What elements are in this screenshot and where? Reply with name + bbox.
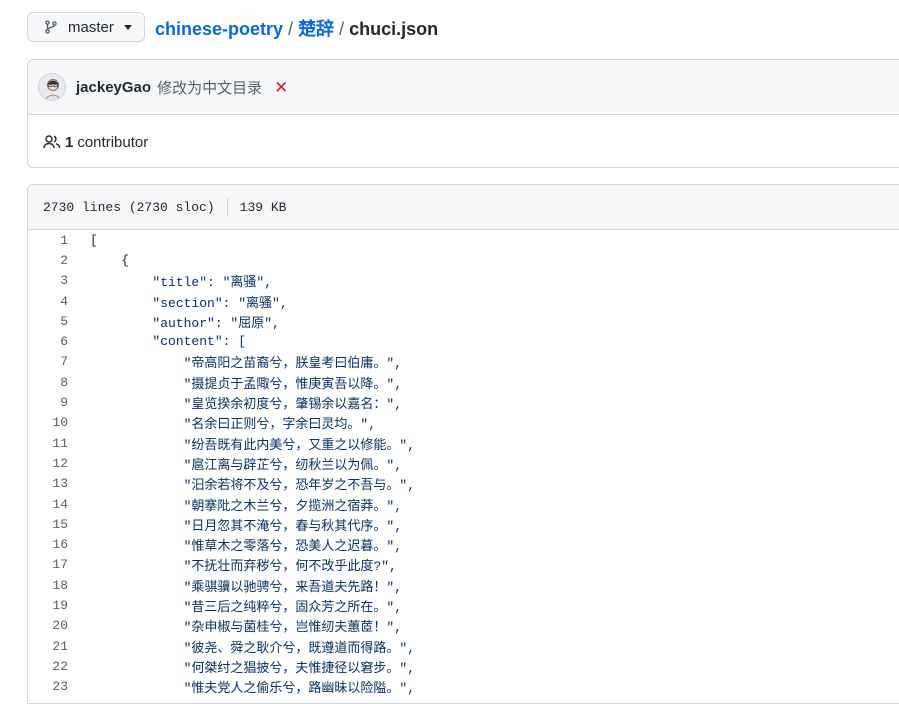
branch-label: master [68,18,114,36]
line-number[interactable]: 5 [28,314,90,329]
commit-message-link[interactable]: 修改为中文目录 [157,77,262,98]
file-info-header: 2730 lines (2730 sloc) 139 KB [28,185,899,230]
code-line: 9 "皇览揆余初度兮，肇锡余以嘉名：", [28,392,899,412]
code-line: 21 "彼尧、舜之耿介兮，既遵道而得路。", [28,636,899,656]
line-number[interactable]: 21 [28,639,90,654]
breadcrumb-folder-link[interactable]: 楚辞 [298,19,334,39]
line-number[interactable]: 23 [28,679,90,694]
people-icon [43,134,61,150]
latest-commit-row: jackeyGao 修改为中文目录 ✕ [28,60,899,115]
branch-selector-button[interactable]: master [27,12,145,42]
code-line: 17 "不抚壮而弃秽兮，何不改乎此度?", [28,555,899,575]
code-text: "不抚壮而弃秽兮，何不改乎此度?", [90,559,397,575]
line-number[interactable]: 22 [28,659,90,674]
code-text: "section": "离骚", [90,295,288,311]
code-line: 4 "section": "离骚", [28,291,899,311]
code-line: 22 "何桀纣之猖披兮，夫惟捷径以窘步。", [28,656,899,676]
code-text: { [90,252,130,268]
line-number[interactable]: 6 [28,334,90,349]
line-number[interactable]: 20 [28,618,90,633]
code-text: "惟夫党人之偷乐兮，路幽昧以险隘。", [90,681,416,697]
code-text: "名余曰正则兮，字余曰灵均。", [90,417,377,433]
chevron-down-icon [123,24,132,30]
code-text: "日月忽其不淹兮，春与秋其代序。", [90,518,403,534]
code-line: 18 "乘骐骥以驰骋兮，来吾道夫先路！", [28,575,899,595]
line-number[interactable]: 8 [28,375,90,390]
commit-info-box: jackeyGao 修改为中文目录 ✕ 1 contributor [27,59,899,168]
line-number[interactable]: 11 [28,436,90,451]
code-text: "title": "离骚", [90,275,273,291]
code-text: "皇览揆余初度兮，肇锡余以嘉名：", [90,397,403,413]
divider [226,198,228,216]
code-line: 15 "日月忽其不淹兮，春与秋其代序。", [28,514,899,534]
code-text: "彼尧、舜之耿介兮，既遵道而得路。", [90,640,416,656]
code-line: 11 "纷吾既有此内美兮，又重之以修能。", [28,433,899,453]
contributor-label: contributor [77,133,149,151]
line-number[interactable]: 4 [28,294,90,309]
line-number[interactable]: 1 [28,233,90,248]
breadcrumb-separator: / [339,19,345,39]
code-line: 14 "朝搴阰之木兰兮，夕揽洲之宿莽。", [28,494,899,514]
code-line: 6 "content": [ [28,331,899,351]
file-line-count: 2730 lines (2730 sloc) [43,199,215,215]
code-listing: 1[2 {3 "title": "离骚", 4 "section": "离骚", 5… [28,230,899,697]
code-text: "朝搴阰之木兰兮，夕揽洲之宿莽。", [90,498,403,514]
code-line: 7 "帝高阳之苗裔兮，朕皇考曰伯庸。", [28,352,899,372]
code-line: 19 "昔三后之纯粹兮，固众芳之所在。", [28,595,899,615]
code-text: "杂申椒与菌桂兮，岂惟纫夫蕙茝！", [90,620,403,636]
file-viewer: 2730 lines (2730 sloc) 139 KB 1[2 {3 "ti… [27,184,899,704]
line-number[interactable]: 14 [28,497,90,512]
code-text: "何桀纣之猖披兮，夫惟捷径以窘步。", [90,660,416,676]
line-number[interactable]: 17 [28,557,90,572]
line-number[interactable]: 9 [28,395,90,410]
line-number[interactable]: 16 [28,537,90,552]
code-text: "扈江离与辟芷兮，纫秋兰以为佩。", [90,457,403,473]
file-size: 139 KB [239,199,287,215]
line-number[interactable]: 19 [28,598,90,613]
code-text: "帝高阳之苗裔兮，朕皇考曰伯庸。", [90,356,403,372]
code-line: 3 "title": "离骚", [28,271,899,291]
line-number[interactable]: 18 [28,578,90,593]
line-number[interactable]: 3 [28,273,90,288]
code-text: "content": [ [90,334,247,350]
code-line: 5 "author": "屈原", [28,311,899,331]
line-number[interactable]: 2 [28,253,90,268]
breadcrumb-file-name: chuci.json [349,19,439,39]
code-text: "摄提贞于孟陬兮，惟庚寅吾以降。", [90,376,403,392]
code-line: 10 "名余曰正则兮，字余曰灵均。", [28,413,899,433]
breadcrumb-repo-link[interactable]: chinese-poetry [155,19,283,39]
code-line: 8 "摄提贞于孟陬兮，惟庚寅吾以降。", [28,372,899,392]
avatar[interactable] [38,73,66,101]
code-line: 20 "杂申椒与菌桂兮，岂惟纫夫蕙茝！", [28,616,899,636]
code-text: "汨余若将不及兮，恐年岁之不吾与。", [90,478,416,494]
breadcrumb-separator: / [288,19,294,39]
code-text: "author": "屈原", [90,315,280,331]
commit-author-link[interactable]: jackeyGao [76,79,151,96]
x-icon[interactable]: ✕ [274,79,288,96]
breadcrumb: chinese-poetry / 楚辞 / chuci.json [155,15,438,41]
code-text: "昔三后之纯粹兮，固众芳之所在。", [90,599,403,615]
code-line: 16 "惟草木之零落兮，恐美人之迟暮。", [28,534,899,554]
line-number[interactable]: 7 [28,354,90,369]
line-number[interactable]: 15 [28,517,90,532]
contributors-row[interactable]: 1 contributor [28,115,899,169]
code-line: 12 "扈江离与辟芷兮，纫秋兰以为佩。", [28,453,899,473]
line-number[interactable]: 13 [28,476,90,491]
code-line: 23 "惟夫党人之偷乐兮，路幽昧以险隘。", [28,677,899,697]
code-text: "乘骐骥以驰骋兮，来吾道夫先路！", [90,579,403,595]
code-text: [ [90,232,98,248]
git-branch-icon [44,19,58,35]
line-number[interactable]: 12 [28,456,90,471]
code-line: 13 "汨余若将不及兮，恐年岁之不吾与。", [28,474,899,494]
line-number[interactable]: 10 [28,415,90,430]
code-line: 1[ [28,230,899,250]
code-text: "惟草木之零落兮，恐美人之迟暮。", [90,539,403,555]
code-line: 2 { [28,250,899,270]
contributor-count: 1 [65,133,74,151]
code-text: "纷吾既有此内美兮，又重之以修能。", [90,437,416,453]
